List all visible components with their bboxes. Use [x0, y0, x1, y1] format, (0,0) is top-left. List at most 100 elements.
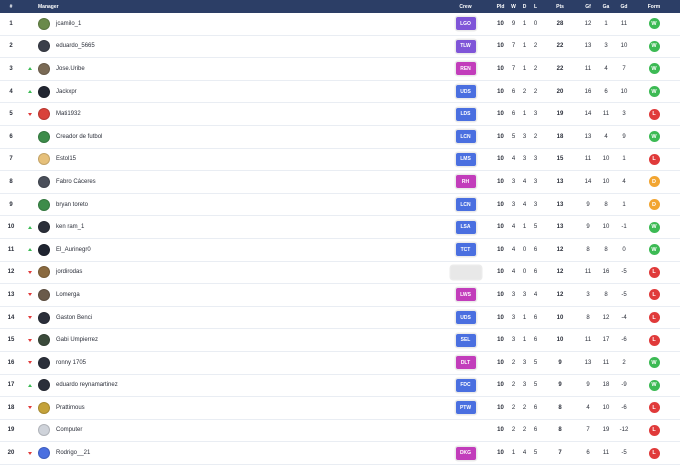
- crew-badge[interactable]: TLW: [455, 39, 476, 53]
- manager-cell[interactable]: Rodrigo__21: [38, 447, 438, 460]
- manager-cell[interactable]: Prattimous: [38, 401, 438, 414]
- crew-badge[interactable]: DLT: [455, 356, 476, 370]
- avatar[interactable]: [38, 447, 50, 460]
- avatar[interactable]: [38, 17, 50, 30]
- header-d[interactable]: D: [519, 4, 530, 10]
- table-row[interactable]: 7 Estol15 LMS 10 4 3 3 15 11 10 1 L: [0, 149, 680, 172]
- crew-badge[interactable]: PTW: [455, 401, 476, 415]
- header-pts[interactable]: Pts: [541, 4, 579, 10]
- crew-badge[interactable]: REN: [455, 62, 476, 76]
- avatar[interactable]: [38, 175, 50, 188]
- manager-cell[interactable]: Computer: [38, 424, 438, 437]
- crew-badge[interactable]: RH: [455, 175, 476, 189]
- avatar[interactable]: [38, 108, 50, 121]
- table-row[interactable]: 15 Gabi Umpierrez SEL 10 3 1 6 10 11 17 -6 L: [0, 329, 680, 352]
- manager-cell[interactable]: bryan toreto: [38, 198, 438, 211]
- avatar[interactable]: [38, 356, 50, 369]
- header-ga[interactable]: Ga: [597, 4, 615, 10]
- crew-badge[interactable]: FDC: [455, 378, 476, 392]
- avatar[interactable]: [38, 266, 50, 279]
- manager-cell[interactable]: Fabro Cáceres: [38, 175, 438, 188]
- header-gd[interactable]: Gd: [615, 4, 633, 10]
- avatar[interactable]: [38, 40, 50, 53]
- manager-cell[interactable]: jcamilo_1: [38, 17, 438, 30]
- manager-name[interactable]: Creador de futbol: [56, 134, 102, 140]
- manager-name[interactable]: Prattimous: [56, 405, 85, 411]
- manager-name[interactable]: Lomerga: [56, 292, 80, 298]
- manager-cell[interactable]: Creador de futbol: [38, 130, 438, 143]
- crew-badge[interactable]: LCN: [455, 198, 476, 212]
- manager-name[interactable]: jordirodas: [56, 269, 82, 275]
- manager-name[interactable]: ronny 1705: [56, 360, 86, 366]
- table-row[interactable]: 2 eduardo_5665 TLW 10 7 1 2 22 13 3 10 W: [0, 36, 680, 59]
- manager-cell[interactable]: Mati1932: [38, 108, 438, 121]
- manager-cell[interactable]: eduardo reynamartinez: [38, 379, 438, 392]
- crew-badge[interactable]: DKG: [455, 446, 476, 460]
- table-row[interactable]: 16 ronny 1705 DLT 10 2 3 5 9 13 11 2 W: [0, 352, 680, 375]
- crew-badge[interactable]: LMS: [455, 152, 476, 166]
- header-gf[interactable]: Gf: [579, 4, 597, 10]
- manager-name[interactable]: jcamilo_1: [56, 21, 81, 27]
- manager-cell[interactable]: Jackxpr: [38, 85, 438, 98]
- avatar[interactable]: [38, 198, 50, 211]
- manager-cell[interactable]: ronny 1705: [38, 356, 438, 369]
- crew-badge[interactable]: UDS: [455, 311, 476, 325]
- crew-badge[interactable]: UDS: [455, 85, 476, 99]
- table-row[interactable]: 4 Jackxpr UDS 10 6 2 2 20 16 6 10 W: [0, 81, 680, 104]
- manager-name[interactable]: eduardo reynamartinez: [56, 382, 118, 388]
- table-row[interactable]: 8 Fabro Cáceres RH 10 3 4 3 13 14 10 4 D: [0, 171, 680, 194]
- avatar[interactable]: [38, 379, 50, 392]
- table-row[interactable]: 9 bryan toreto LCN 10 3 4 3 13 9 8 1 D: [0, 194, 680, 217]
- header-l[interactable]: L: [530, 4, 541, 10]
- crew-badge[interactable]: LDS: [455, 107, 476, 121]
- header-manager[interactable]: Manager: [38, 4, 438, 10]
- manager-name[interactable]: bryan toreto: [56, 202, 88, 208]
- table-row[interactable]: 18 Prattimous PTW 10 2 2 6 8 4 10 -6 L: [0, 397, 680, 420]
- crew-badge[interactable]: LSA: [455, 220, 476, 234]
- avatar[interactable]: [38, 311, 50, 324]
- manager-name[interactable]: Fabro Cáceres: [56, 179, 96, 185]
- crew-badge[interactable]: SEL: [455, 333, 476, 347]
- manager-cell[interactable]: eduardo_5665: [38, 40, 438, 53]
- manager-name[interactable]: Mati1932: [56, 111, 81, 117]
- manager-cell[interactable]: El_Aurinegr0: [38, 243, 438, 256]
- avatar[interactable]: [38, 221, 50, 234]
- manager-cell[interactable]: Jose.Uribe: [38, 62, 438, 75]
- avatar[interactable]: [38, 153, 50, 166]
- manager-name[interactable]: Jose.Uribe: [56, 66, 85, 72]
- table-row[interactable]: 6 Creador de futbol LCN 10 5 3 2 18 13 4 9 W: [0, 126, 680, 149]
- manager-cell[interactable]: Gaston Benci: [38, 311, 438, 324]
- manager-cell[interactable]: Lomerga: [38, 288, 438, 301]
- avatar[interactable]: [38, 62, 50, 75]
- table-row[interactable]: 14 Gaston Benci UDS 10 3 1 6 10 8 12 -4 L: [0, 307, 680, 330]
- avatar[interactable]: [38, 334, 50, 347]
- manager-cell[interactable]: Estol15: [38, 153, 438, 166]
- header-w[interactable]: W: [508, 4, 519, 10]
- crew-badge[interactable]: LGO: [455, 17, 476, 31]
- manager-name[interactable]: Computer: [56, 427, 82, 433]
- manager-name[interactable]: eduardo_5665: [56, 43, 95, 49]
- crew-badge[interactable]: LCN: [455, 130, 476, 144]
- table-row[interactable]: 1 jcamilo_1 LGO 10 9 1 0 28 12 1 11 W: [0, 13, 680, 36]
- table-row[interactable]: 13 Lomerga LWS 10 3 3 4 12 3 8 -5 L: [0, 284, 680, 307]
- manager-name[interactable]: Jackxpr: [56, 89, 77, 95]
- avatar[interactable]: [38, 401, 50, 414]
- table-row[interactable]: 3 Jose.Uribe REN 10 7 1 2 22 11 4 7 W: [0, 58, 680, 81]
- table-row[interactable]: 10 ken ram_1 LSA 10 4 1 5 13 9 10 -1 W: [0, 216, 680, 239]
- table-row[interactable]: 20 Rodrigo__21 DKG 10 1 4 5 7 6 11 -5 L: [0, 442, 680, 465]
- table-row[interactable]: 12 jordirodas 10 4 0 6 12 11 16 -5 L: [0, 262, 680, 285]
- table-row[interactable]: 19 Computer 10 2 2 6 8 7 19 -12 L: [0, 420, 680, 443]
- avatar[interactable]: [38, 130, 50, 143]
- crew-badge[interactable]: TCT: [455, 243, 476, 257]
- manager-name[interactable]: ken ram_1: [56, 224, 84, 230]
- manager-name[interactable]: Gabi Umpierrez: [56, 337, 98, 343]
- crew-badge[interactable]: LWS: [455, 288, 476, 302]
- manager-name[interactable]: El_Aurinegr0: [56, 247, 91, 253]
- avatar[interactable]: [38, 85, 50, 98]
- avatar[interactable]: [38, 288, 50, 301]
- table-row[interactable]: 17 eduardo reynamartinez FDC 10 2 3 5 9 9 18 -9 W: [0, 375, 680, 398]
- header-crew[interactable]: Crew: [438, 4, 493, 10]
- manager-name[interactable]: Rodrigo__21: [56, 450, 90, 456]
- table-row[interactable]: 5 Mati1932 LDS 10 6 1 3 19 14 11 3 L: [0, 103, 680, 126]
- avatar[interactable]: [38, 243, 50, 256]
